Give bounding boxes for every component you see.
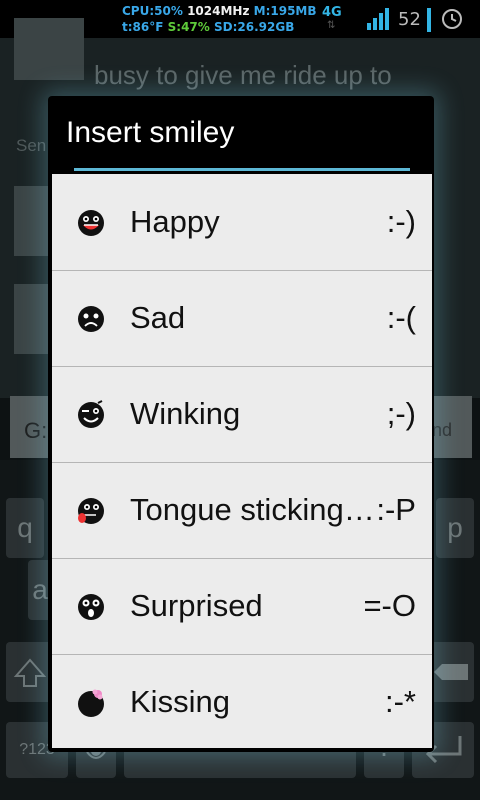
- avatar: [14, 18, 84, 80]
- smiley-code: ;-): [386, 396, 416, 431]
- sd-storage: SD:26.92GB: [213, 20, 295, 34]
- winking-smiley-icon: [78, 400, 104, 428]
- kissing-smiley-icon: [78, 689, 104, 717]
- cpu-frequency: 1024MHz: [187, 4, 250, 18]
- smiley-code: :-(: [386, 300, 416, 335]
- memory-usage: M:195MB: [253, 4, 317, 18]
- happy-smiley-icon: [78, 210, 104, 236]
- smiley-code: :-): [386, 204, 416, 239]
- key-q[interactable]: q: [6, 498, 44, 558]
- backspace-icon: [434, 664, 468, 680]
- compose-text: G:: [24, 418, 48, 443]
- smiley-code: :-P: [376, 492, 416, 527]
- smiley-item-kissing[interactable]: Kissing :-*: [52, 654, 432, 750]
- temperature: t:86°F: [122, 20, 164, 34]
- smiley-label: Surprised: [130, 588, 263, 623]
- smiley-label: Winking: [130, 396, 241, 431]
- sad-smiley-icon: [78, 306, 104, 332]
- insert-smiley-dialog: Insert smiley Happy :-) Sad :-(Winking …: [48, 96, 434, 752]
- smiley-item-sad[interactable]: Sad :-(: [52, 270, 432, 367]
- key-p[interactable]: p: [436, 498, 474, 558]
- delete-key[interactable]: [430, 642, 474, 702]
- sent-label: Sen: [16, 136, 47, 155]
- smiley-label: Tongue sticking out: [130, 492, 375, 527]
- smiley-code: =-O: [363, 588, 416, 623]
- cpu-usage: CPU:50%: [122, 4, 183, 18]
- network-type: 4G: [322, 5, 342, 20]
- dialog-title: Insert smiley: [66, 116, 235, 149]
- battery-level: 52: [398, 9, 421, 30]
- tongue-smiley-icon: [78, 498, 104, 524]
- message-snippet: busy to give me ride up to: [94, 60, 392, 90]
- smiley-item-tongue[interactable]: Tongue sticking out :-P: [52, 462, 432, 559]
- system-stats-line-2: t:86°F S:47% SD:26.92GB: [122, 20, 294, 34]
- smiley-item-surprised[interactable]: Surprised =-O: [52, 558, 432, 655]
- shift-icon: [13, 658, 47, 687]
- smiley-list: Happy :-) Sad :-( Winking ;-) Tongue sti…: [52, 174, 432, 748]
- surprised-smiley-icon: [78, 594, 104, 620]
- send-button[interactable]: nd: [432, 420, 452, 441]
- battery-icon: [427, 8, 431, 32]
- alarm-clock-icon: [442, 9, 462, 29]
- smiley-item-happy[interactable]: Happy :-): [52, 174, 432, 271]
- smiley-label: Happy: [130, 204, 220, 239]
- smiley-label: Sad: [130, 300, 186, 335]
- smiley-code: :-*: [385, 684, 416, 719]
- signal-bars-icon: [367, 8, 389, 30]
- smiley-item-winking[interactable]: Winking ;-): [52, 366, 432, 463]
- data-activity-icon: ⇅: [327, 20, 336, 31]
- shift-key[interactable]: [6, 642, 54, 702]
- signal-percent: S:47%: [167, 20, 210, 34]
- smiley-label: Kissing: [130, 684, 230, 719]
- system-stats-line-1: CPU:50% 1024MHz M:195MB: [122, 4, 317, 18]
- title-divider: [74, 168, 410, 171]
